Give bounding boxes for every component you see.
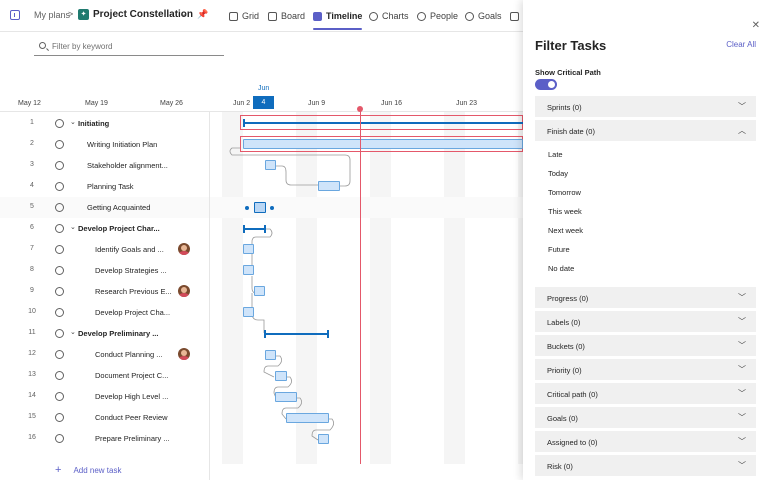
today-line (360, 108, 361, 464)
chevron-down-icon: ﹀ (738, 437, 746, 446)
summary-bar-cap (264, 225, 266, 233)
filter-section-header[interactable]: Priority (0) ﹀ (535, 359, 756, 380)
add-new-task-button[interactable]: + Add new task (55, 464, 122, 476)
summary-bar[interactable] (264, 333, 329, 335)
filter-section-header[interactable]: Labels (0) ﹀ (535, 311, 756, 332)
chevron-down-icon: ﹀ (738, 365, 746, 374)
clear-all-link[interactable]: Clear All (726, 40, 756, 49)
task-bar[interactable] (254, 286, 265, 296)
filter-section-header[interactable]: Finish date (0) ︿ (535, 120, 756, 141)
chevron-down-icon: ﹀ (738, 317, 746, 326)
filter-section-label: Sprints (0) (547, 103, 582, 112)
filter-section-header[interactable]: Goals (0) ﹀ (535, 407, 756, 428)
task-bar[interactable] (254, 202, 266, 213)
task-bar[interactable] (318, 434, 329, 444)
filter-section-label: Risk (0) (547, 462, 573, 471)
task-bar[interactable] (243, 244, 254, 254)
summary-bar-cap (327, 330, 329, 338)
finish-date-option[interactable]: Today (548, 169, 568, 178)
task-bar[interactable] (275, 392, 297, 402)
close-icon[interactable]: ✕ (752, 20, 760, 31)
task-bar[interactable] (243, 265, 254, 275)
task-bar[interactable] (243, 307, 254, 317)
filter-section-label: Critical path (0) (547, 390, 598, 399)
add-task-label: Add new task (73, 466, 122, 475)
filter-section-header[interactable]: Critical path (0) ﹀ (535, 383, 756, 404)
filter-section-header[interactable]: Risk (0) ﹀ (535, 455, 756, 476)
chevron-down-icon: ﹀ (738, 341, 746, 350)
summary-bar-cap (243, 119, 245, 127)
filter-section-header[interactable]: Progress (0) ﹀ (535, 287, 756, 308)
today-line-marker (357, 106, 363, 112)
task-bar[interactable] (286, 413, 329, 423)
filter-section-header[interactable]: Buckets (0) ﹀ (535, 335, 756, 356)
filter-section-label: Progress (0) (547, 294, 589, 303)
task-bar[interactable] (275, 371, 287, 381)
filter-section-header[interactable]: Sprints (0) ﹀ (535, 96, 756, 117)
critical-path-label: Show Critical Path (535, 68, 601, 77)
task-bar[interactable] (265, 350, 276, 360)
task-bar[interactable] (243, 139, 523, 149)
summary-bar[interactable] (243, 228, 266, 230)
panel-title: Filter Tasks (535, 38, 607, 53)
chevron-down-icon: ﹀ (738, 413, 746, 422)
finish-date-option[interactable]: Future (548, 245, 570, 254)
filter-section-label: Goals (0) (547, 414, 578, 423)
summary-bar[interactable] (243, 122, 523, 124)
finish-date-option[interactable]: Next week (548, 226, 583, 235)
task-bar[interactable] (265, 160, 276, 170)
summary-bar-cap (243, 225, 245, 233)
filter-section-header[interactable]: Assigned to (0) ﹀ (535, 431, 756, 452)
chevron-up-icon: ︿ (738, 126, 746, 135)
summary-bar-cap (264, 330, 266, 338)
finish-date-option[interactable]: This week (548, 207, 582, 216)
chevron-down-icon: ﹀ (738, 389, 746, 398)
filter-section-label: Priority (0) (547, 366, 582, 375)
chevron-down-icon: ﹀ (738, 461, 746, 470)
dependency-lines (229, 144, 523, 441)
chevron-down-icon: ﹀ (738, 293, 746, 302)
filter-section-label: Labels (0) (547, 318, 581, 327)
filter-section-label: Finish date (0) (547, 127, 595, 136)
filter-section-label: Buckets (0) (547, 342, 585, 351)
plus-icon: + (55, 464, 62, 476)
drag-handle (245, 206, 249, 210)
task-bar[interactable] (318, 181, 340, 191)
critical-path-toggle[interactable] (535, 79, 557, 90)
filter-section-label: Assigned to (0) (547, 438, 598, 447)
filter-panel: ✕ Filter Tasks Clear All Show Critical P… (523, 0, 768, 480)
finish-date-option[interactable]: Tomorrow (548, 188, 581, 197)
chevron-down-icon: ﹀ (738, 102, 746, 111)
finish-date-option[interactable]: No date (548, 264, 574, 273)
finish-date-option[interactable]: Late (548, 150, 563, 159)
drag-handle (270, 206, 274, 210)
